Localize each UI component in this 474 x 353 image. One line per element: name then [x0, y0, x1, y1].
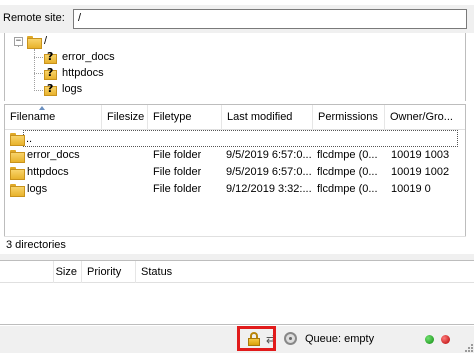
- tree-line: [34, 73, 43, 74]
- transfer-queue-panel: Size Priority Status: [0, 260, 474, 325]
- queue-column-priority[interactable]: Priority: [82, 261, 136, 283]
- sort-ascending-icon: [39, 106, 45, 110]
- column-header-filename[interactable]: Filename: [5, 105, 102, 130]
- table-row[interactable]: error_docs File folder 9/5/2019 6:57:0..…: [5, 147, 465, 164]
- file-list-header: Filename Filesize Filetype Last modified…: [5, 105, 465, 130]
- column-header-last-modified[interactable]: Last modified: [222, 105, 313, 130]
- file-owner: 10019 1002: [391, 166, 450, 178]
- file-type: File folder: [153, 183, 202, 195]
- file-type: File folder: [153, 166, 202, 178]
- column-header-filesize[interactable]: Filesize: [102, 105, 148, 130]
- highlight-box: [237, 326, 276, 351]
- file-owner: 10019 0: [391, 183, 431, 195]
- table-row[interactable]: httpdocs File folder 9/5/2019 6:57:0... …: [5, 164, 465, 181]
- tree-line: [34, 90, 43, 91]
- parent-directory-row[interactable]: ..: [23, 130, 458, 147]
- unknown-folder-icon: ?: [44, 82, 57, 96]
- file-permissions: flcdmpe (0...: [317, 183, 378, 195]
- tree-item-root[interactable]: /: [27, 33, 47, 49]
- file-owner: 10019 1003: [391, 149, 450, 161]
- folder-icon: [10, 167, 25, 180]
- remote-site-label: Remote site:: [3, 12, 65, 24]
- queue-column-spacer: [0, 261, 54, 283]
- tree-item-label: httpdocs: [62, 67, 104, 79]
- tree-item-logs[interactable]: ? logs: [44, 81, 82, 97]
- unknown-folder-icon: ?: [44, 66, 57, 80]
- directory-count-text: 3 directories: [6, 239, 66, 251]
- tree-item-label: error_docs: [62, 51, 115, 63]
- tree-line: [34, 49, 35, 91]
- directory-count-status: 3 directories: [4, 236, 466, 254]
- file-modified: 9/12/2019 3:32:...: [226, 183, 312, 195]
- table-row[interactable]: logs File folder 9/12/2019 3:32:... flcd…: [5, 181, 465, 198]
- tree-item-error-docs[interactable]: ? error_docs: [44, 49, 115, 65]
- file-name: error_docs: [27, 149, 80, 161]
- column-header-owner-group[interactable]: Owner/Gro...: [385, 105, 465, 130]
- folder-icon: [10, 133, 25, 146]
- tree-line: [34, 57, 43, 58]
- parent-directory-label: ..: [26, 133, 33, 145]
- queue-header: Size Priority Status: [0, 261, 474, 283]
- unknown-folder-icon: ?: [44, 50, 57, 64]
- queue-column-size[interactable]: Size: [54, 261, 82, 283]
- tree-item-label: logs: [62, 83, 83, 95]
- remote-site-path-input[interactable]: /: [73, 9, 467, 29]
- file-name: logs: [27, 183, 48, 195]
- column-header-permissions[interactable]: Permissions: [313, 105, 385, 130]
- send-indicator-led: [441, 335, 450, 344]
- folder-icon: [10, 184, 25, 197]
- remote-file-list: Filename Filesize Filetype Last modified…: [4, 104, 466, 254]
- queue-status-text: Queue: empty: [305, 333, 375, 345]
- tree-item-label: /: [44, 35, 48, 47]
- resize-grip-icon[interactable]: [463, 342, 473, 352]
- filter-icon[interactable]: [284, 332, 297, 345]
- column-header-filetype[interactable]: Filetype: [148, 105, 222, 130]
- remote-site-bar: Remote site: /: [0, 5, 474, 33]
- tree-collapse-toggle[interactable]: −: [14, 37, 23, 46]
- queue-column-status[interactable]: Status: [136, 261, 236, 283]
- file-modified: 9/5/2019 6:57:0...: [226, 149, 312, 161]
- file-type: File folder: [153, 149, 202, 161]
- receive-indicator-led: [425, 335, 434, 344]
- folder-icon: [27, 35, 42, 49]
- remote-directory-tree: − / ? error_docs ? httpdocs ? logs: [4, 33, 466, 101]
- file-name: httpdocs: [27, 166, 69, 178]
- tree-item-httpdocs[interactable]: ? httpdocs: [44, 65, 104, 81]
- file-modified: 9/5/2019 6:57:0...: [226, 166, 312, 178]
- file-permissions: flcdmpe (0...: [317, 149, 378, 161]
- file-permissions: flcdmpe (0...: [317, 166, 378, 178]
- folder-icon: [10, 150, 25, 163]
